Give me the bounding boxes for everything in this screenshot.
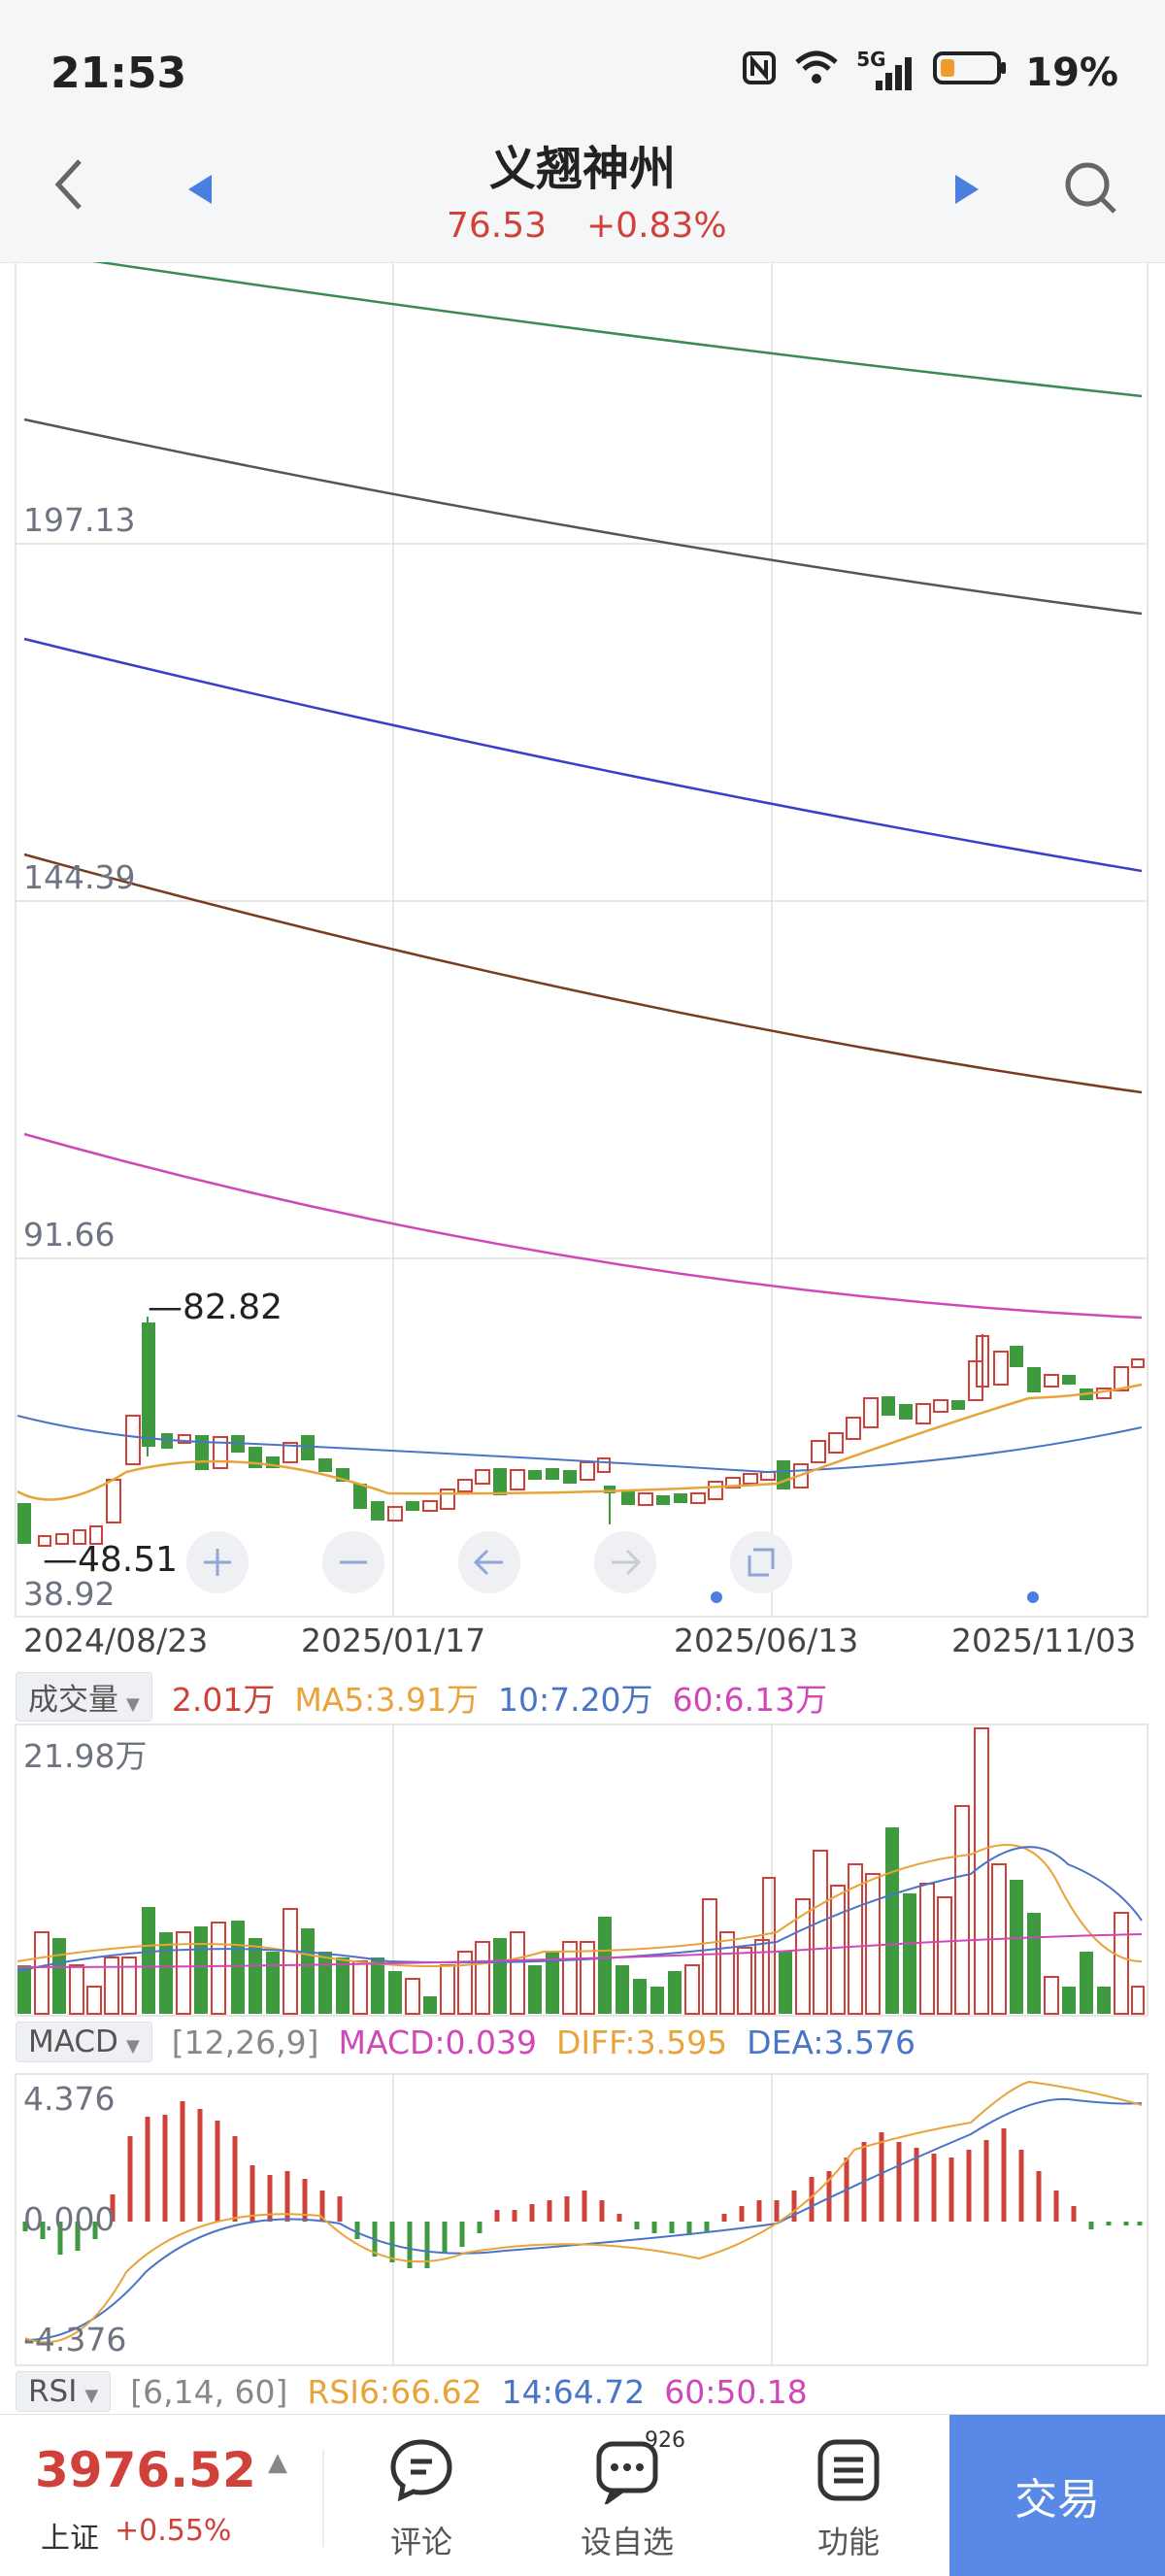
function-button[interactable]: 功能: [771, 2436, 926, 2562]
ma-curve-green: [91, 262, 1143, 398]
stock-header: 义翘神州 76.53 +0.83%: [0, 117, 1165, 263]
chevron-down-icon: ▼: [125, 2036, 140, 2057]
high-marker-value: 82.82: [183, 1288, 283, 1327]
low-marker: —48.51: [43, 1540, 179, 1580]
price-level-2: 144.39: [23, 858, 136, 896]
macd-level-zero: 0.000: [23, 2200, 116, 2238]
volume-legend: 成交量 ▼ 2.01万 MA5:3.91万 10:7.20万 60:6.13万: [16, 1672, 827, 1722]
rsi-legend: RSI ▼ [6,14, 60] RSI6:66.62 14:64.72 60:5…: [16, 2371, 808, 2412]
volume-value: 2.01万: [171, 1680, 276, 1719]
comment-label: 评论: [389, 2524, 452, 2560]
stock-name: 义翘神州: [488, 142, 676, 196]
scroll-left-button[interactable]: [458, 1531, 520, 1593]
x-axis-date-1: 2024/08/23: [23, 1622, 209, 1659]
battery-icon: [932, 49, 1008, 97]
price-level-4: 38.92: [23, 1575, 116, 1613]
battery-level: 19%: [1025, 50, 1118, 95]
scroll-right-button[interactable]: [594, 1531, 656, 1593]
triangle-up-icon: ▲: [268, 2448, 287, 2477]
wifi-icon: [794, 50, 839, 95]
watchlist-label: 设自选: [580, 2524, 674, 2560]
macd-params: [12,26,9]: [171, 2023, 319, 2061]
volume-max-label: 21.98万: [23, 1737, 148, 1775]
x-axis-date-4: 2025/11/03: [951, 1622, 1137, 1659]
macd-value: MACD:0.039: [338, 2023, 538, 2061]
ma-curve-brown: [23, 853, 1143, 1094]
ma-curve-blue: [23, 637, 1143, 873]
chat-bubble-icon: [387, 2439, 455, 2508]
chevron-down-icon: ▼: [84, 2386, 99, 2406]
macd-dea: DEA:3.576: [747, 2023, 916, 2061]
volume-ma10: 10:7.20万: [497, 1680, 653, 1719]
rsi-indicator-label: RSI: [28, 2374, 78, 2409]
kline-chart-area[interactable]: 197.13 144.39 91.66 38.92 —82.82 —48.51 …: [0, 262, 1165, 2418]
rsi-params: [6,14, 60]: [130, 2372, 288, 2411]
ma-curve-gray: [23, 418, 1143, 616]
macd-legend: MACD ▼ [12,26,9] MACD:0.039 DIFF:3.595 DE…: [16, 2022, 915, 2062]
index-name: 上证: [41, 2522, 99, 2556]
index-widget[interactable]: 3976.52 ▲ 上证 +0.55%: [0, 2415, 320, 2576]
stock-price: 76.53: [447, 206, 548, 246]
fullscreen-button[interactable]: [730, 1531, 792, 1593]
search-icon[interactable]: [1062, 159, 1120, 221]
rsi6-value: RSI6:66.62: [307, 2372, 483, 2411]
volume-indicator-select[interactable]: 成交量 ▼: [16, 1672, 152, 1722]
price-level-3: 91.66: [23, 1216, 116, 1254]
bottom-bar: 3976.52 ▲ 上证 +0.55% 评论 设自选 926 功能 交易: [0, 2414, 1165, 2576]
next-stock-icon[interactable]: [953, 173, 981, 210]
rsi14-value: 14:64.72: [501, 2372, 646, 2411]
add-watchlist-button[interactable]: 设自选: [549, 2436, 705, 2562]
macd-diff: DIFF:3.595: [556, 2023, 728, 2061]
candlesticks: [17, 1317, 1145, 1547]
macd-indicator-select[interactable]: MACD ▼: [16, 2022, 152, 2062]
cellular-icon: 5G: [856, 48, 915, 92]
divider: [322, 2450, 324, 2547]
more-dots-icon: [593, 2441, 661, 2508]
function-label: 功能: [816, 2524, 880, 2560]
status-icons: 5G 19%: [742, 48, 1118, 97]
zoom-out-button[interactable]: [322, 1531, 384, 1593]
chevron-down-icon: ▼: [126, 1694, 140, 1715]
status-time: 21:53: [50, 49, 187, 98]
x-axis-date-3: 2025/06/13: [674, 1622, 859, 1659]
trade-button[interactable]: 交易: [949, 2415, 1165, 2576]
menu-list-icon: [815, 2439, 882, 2508]
macd-indicator-label: MACD: [28, 2024, 118, 2059]
volume-indicator-label: 成交量: [28, 1683, 118, 1718]
stock-change: +0.83%: [586, 206, 727, 246]
nfc-icon: [742, 50, 777, 95]
macd-level-top: 4.376: [23, 2080, 116, 2118]
macd-level-bottom: -4.376: [23, 2321, 127, 2359]
low-marker-value: 48.51: [78, 1540, 179, 1580]
index-change: +0.55%: [115, 2514, 232, 2548]
rsi60-value: 60:50.18: [664, 2372, 808, 2411]
zoom-in-button[interactable]: [186, 1531, 249, 1593]
comment-button[interactable]: 评论: [344, 2436, 499, 2562]
volume-ma5: MA5:3.91万: [294, 1680, 479, 1719]
rsi-indicator-select[interactable]: RSI ▼: [16, 2371, 112, 2412]
index-value: 3976.52: [35, 2442, 256, 2498]
x-axis-date-2: 2025/01/17: [301, 1622, 486, 1659]
high-marker: —82.82: [148, 1288, 283, 1327]
price-level-1: 197.13: [23, 501, 136, 539]
watchlist-count-badge: 926: [645, 2428, 685, 2453]
macd-histogram: [22, 2101, 1143, 2268]
volume-ma60: 60:6.13万: [672, 1680, 828, 1719]
